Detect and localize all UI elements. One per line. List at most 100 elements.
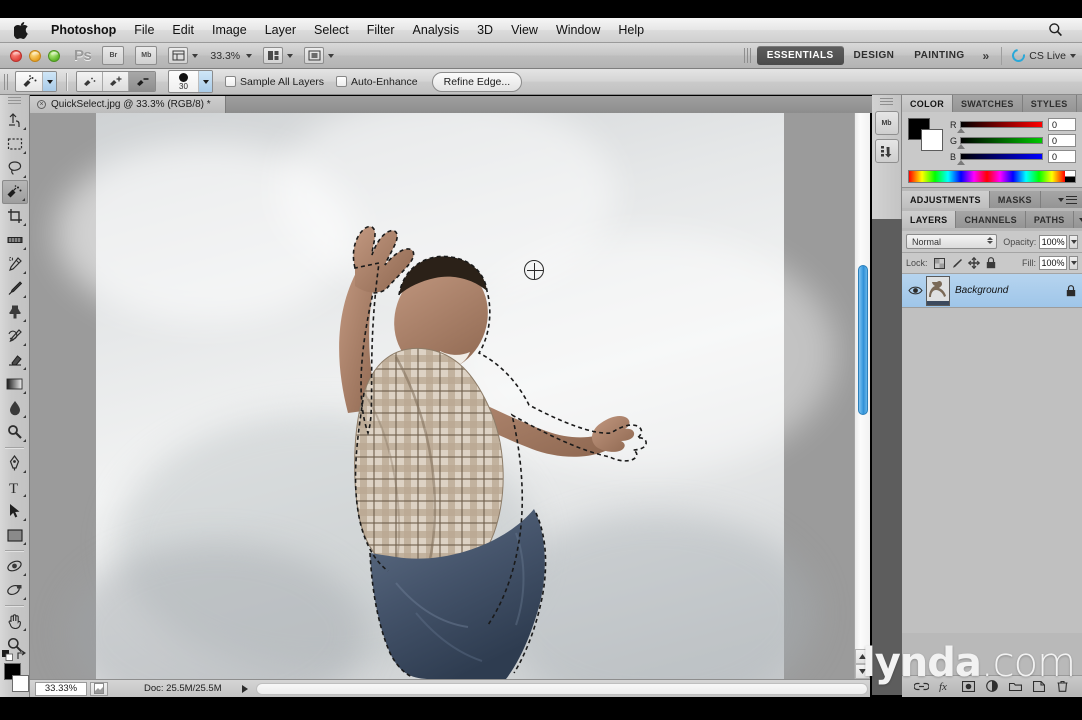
fill-value-field[interactable]: 100% — [1039, 256, 1067, 270]
menu-image[interactable]: Image — [203, 20, 256, 40]
workspace-more-button[interactable]: » — [975, 47, 998, 65]
red-value-field[interactable]: 0 — [1048, 118, 1076, 131]
background-color-swatch[interactable] — [12, 675, 29, 692]
status-menu-arrow-icon[interactable] — [241, 684, 248, 693]
type-tool[interactable]: T — [2, 475, 28, 499]
menu-select[interactable]: Select — [305, 20, 358, 40]
refine-edge-button[interactable]: Refine Edge... — [431, 71, 523, 92]
menu-window[interactable]: Window — [547, 20, 609, 40]
vertical-scroll-arrows[interactable] — [855, 649, 870, 679]
move-tool[interactable] — [2, 108, 28, 132]
blue-slider-knob[interactable] — [957, 160, 965, 165]
clone-stamp-tool[interactable] — [2, 300, 28, 324]
tab-swatches[interactable]: SWATCHES — [953, 95, 1023, 112]
tab-layers[interactable]: LAYERS — [902, 211, 957, 228]
subtract-from-selection-button[interactable] — [129, 72, 155, 91]
zoom-chevron-down-icon[interactable] — [246, 53, 253, 58]
crop-tool[interactable] — [2, 204, 28, 228]
green-value-field[interactable]: 0 — [1048, 134, 1076, 147]
lock-image-pixels-icon[interactable] — [950, 256, 964, 270]
mini-bridge-panel-icon[interactable]: Mb — [874, 111, 899, 135]
tab-channels[interactable]: CHANNELS — [956, 211, 1026, 228]
vertical-scrollbar-thumb[interactable] — [858, 265, 868, 415]
default-colors-icon[interactable] — [2, 650, 13, 664]
swap-colors-icon[interactable] — [16, 650, 27, 664]
status-zoom-field[interactable]: 33.33% — [35, 681, 87, 696]
toolbox-grip-handle[interactable] — [8, 97, 21, 106]
close-window-button[interactable] — [10, 49, 22, 62]
green-slider-knob[interactable] — [957, 144, 965, 149]
layer-thumbnail[interactable] — [926, 275, 950, 306]
tab-paths[interactable]: PATHS — [1026, 211, 1074, 228]
zoom-window-button[interactable] — [48, 49, 60, 62]
red-slider-track[interactable] — [957, 121, 1043, 133]
blend-mode-select[interactable]: Normal — [906, 234, 998, 249]
quick-selection-tool[interactable] — [1, 180, 28, 204]
workspace-grip-handle[interactable] — [743, 48, 751, 63]
brush-size-picker[interactable]: 30 — [168, 70, 213, 93]
sample-all-layers-option[interactable]: Sample All Layers — [225, 76, 324, 88]
sample-all-layers-checkbox[interactable] — [225, 76, 236, 87]
blue-value-field[interactable]: 0 — [1048, 150, 1076, 163]
layer-name[interactable]: Background — [955, 285, 1064, 296]
menu-edit[interactable]: Edit — [163, 20, 203, 40]
menu-analysis[interactable]: Analysis — [404, 20, 469, 40]
tool-preset-picker[interactable] — [15, 71, 57, 92]
spotlight-search-icon[interactable] — [1048, 22, 1064, 38]
path-selection-tool[interactable] — [2, 499, 28, 523]
menu-3d[interactable]: 3D — [468, 20, 502, 40]
color-panel-menu-button[interactable] — [1077, 95, 1082, 112]
table-row[interactable]: Background — [902, 274, 1082, 308]
green-slider-track[interactable] — [957, 137, 1043, 149]
screen-mode-menu[interactable] — [304, 47, 335, 64]
history-brush-tool[interactable] — [2, 324, 28, 348]
fill-stepper-button[interactable] — [1069, 256, 1078, 270]
launch-bridge-button[interactable]: Br — [102, 46, 125, 65]
pen-tool[interactable] — [2, 451, 28, 475]
tab-masks[interactable]: MASKS — [990, 191, 1041, 208]
blue-slider-track[interactable] — [957, 153, 1043, 165]
blur-tool[interactable] — [2, 396, 28, 420]
tab-color[interactable]: COLOR — [902, 95, 953, 112]
spot-healing-brush-tool[interactable] — [2, 252, 28, 276]
menu-photoshop[interactable]: Photoshop — [42, 20, 125, 40]
menu-layer[interactable]: Layer — [256, 20, 305, 40]
lock-transparent-pixels-icon[interactable] — [933, 256, 947, 270]
delete-layer-icon[interactable] — [1054, 678, 1070, 694]
auto-enhance-option[interactable]: Auto-Enhance — [336, 76, 418, 88]
new-selection-button[interactable] — [77, 72, 103, 91]
apple-logo-icon[interactable] — [14, 21, 30, 39]
lasso-tool[interactable] — [2, 156, 28, 180]
3d-camera-rotate-tool[interactable] — [2, 578, 28, 602]
arrange-documents-menu[interactable] — [263, 47, 294, 64]
link-layers-icon[interactable] — [914, 678, 930, 694]
eyedropper-tool[interactable] — [2, 228, 28, 252]
image-canvas[interactable] — [56, 113, 836, 679]
minimize-window-button[interactable] — [29, 49, 41, 62]
cs-live-menu[interactable]: CS Live — [1001, 46, 1076, 65]
new-adjustment-layer-icon[interactable] — [984, 678, 1000, 694]
menu-help[interactable]: Help — [609, 20, 653, 40]
color-spectrum-ramp[interactable] — [908, 170, 1076, 183]
canvas-viewport[interactable] — [30, 113, 854, 679]
new-layer-icon[interactable] — [1031, 678, 1047, 694]
launch-mini-bridge-button[interactable]: Mb — [135, 46, 158, 65]
auto-enhance-checkbox[interactable] — [336, 76, 348, 87]
layers-panel-menu-button[interactable] — [1074, 211, 1082, 228]
opacity-stepper-button[interactable] — [1069, 234, 1078, 249]
hand-tool[interactable] — [2, 609, 28, 633]
status-preview-icon[interactable] — [90, 681, 108, 696]
menu-filter[interactable]: Filter — [358, 20, 404, 40]
layer-style-fx-icon[interactable]: fx — [937, 678, 953, 694]
close-icon[interactable]: × — [37, 100, 46, 109]
red-slider-knob[interactable] — [957, 128, 965, 133]
adjustments-panel-menu-button[interactable] — [1053, 191, 1082, 208]
document-tab[interactable]: × QuickSelect.jpg @ 33.3% (RGB/8) * — [30, 96, 226, 113]
color-panel-background-swatch[interactable] — [921, 129, 943, 151]
workspace-painting[interactable]: PAINTING — [904, 46, 974, 65]
lock-position-icon[interactable] — [967, 256, 981, 270]
menu-view[interactable]: View — [502, 20, 547, 40]
history-panel-icon[interactable] — [874, 139, 899, 163]
tab-adjustments[interactable]: ADJUSTMENTS — [902, 191, 990, 208]
add-layer-mask-icon[interactable] — [961, 678, 977, 694]
